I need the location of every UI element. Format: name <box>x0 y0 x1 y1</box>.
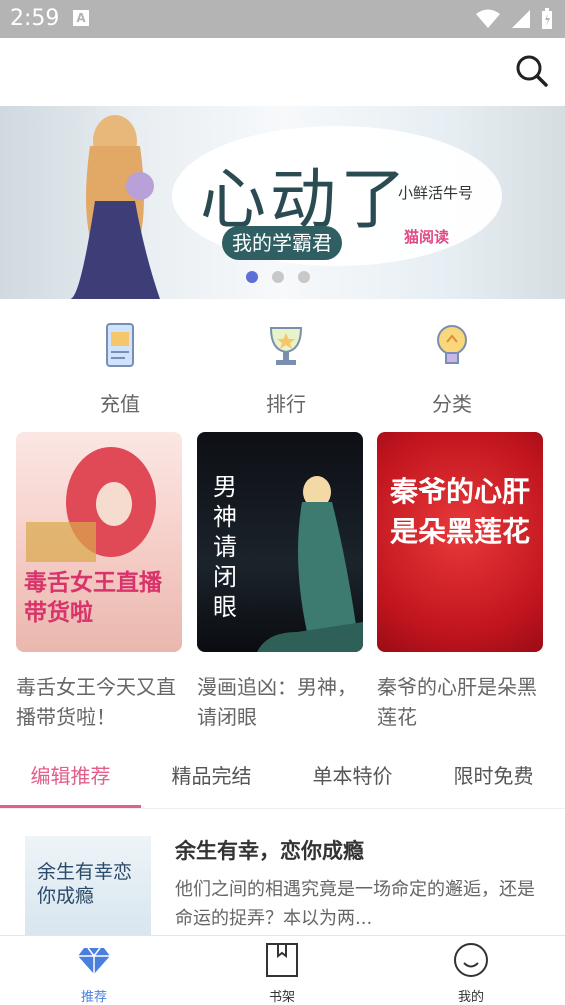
tab-label: 精品完结 <box>171 764 252 788</box>
banner-subtitle: 我的学霸君 <box>222 226 342 260</box>
nav-label: 推荐 <box>80 990 107 1005</box>
quick-item-recharge[interactable]: 充值 <box>60 320 180 417</box>
banner-brand-logo: 猫阅读 <box>404 228 450 246</box>
book-card[interactable]: 毒舌女王直播带货啦 毒舌女王今天又直播带货啦！ <box>16 432 182 732</box>
search-icon[interactable] <box>515 54 549 88</box>
cover-title: 男神请闭眼 <box>213 473 237 621</box>
nav-bookshelf[interactable]: 书架 <box>242 942 322 1005</box>
book-title: 漫画追凶：男神，请闭眼 <box>197 675 357 729</box>
promo-banner[interactable]: 心动了 我的学霸君 小鲜活牛号 猫阅读 <box>0 106 565 299</box>
tab-editor-picks[interactable]: 编辑推荐 <box>0 756 141 808</box>
system-icons <box>475 8 553 30</box>
status-bar: 2:59 A <box>0 0 565 38</box>
tab-active-indicator <box>0 805 141 808</box>
tab-label: 单本特价 <box>312 764 393 788</box>
lightbulb-icon <box>437 325 467 364</box>
recommend-description: 他们之间的相遇究竟是一场命定的邂逅，还是命运的捉弄？本以为两... <box>175 879 535 929</box>
quick-entries: 充值 排行 分类 <box>0 320 565 420</box>
book-title: 秦爷的心肝是朵黑莲花 <box>377 675 537 729</box>
recommend-item[interactable]: 余生有幸恋你成瘾 余生有幸，恋你成瘾 他们之间的相遇究竟是一场命定的邂逅，还是命… <box>0 830 565 935</box>
banner-dot[interactable] <box>272 271 284 283</box>
book-cover[interactable]: 秦爷的心肝是朵黑莲花 <box>377 432 543 652</box>
tab-special-price[interactable]: 单本特价 <box>282 756 423 808</box>
banner-dot[interactable] <box>298 271 310 283</box>
nav-profile[interactable]: 我的 <box>431 942 511 1005</box>
quick-item-label: 分类 <box>432 392 472 416</box>
notification-a-icon: A <box>73 10 89 26</box>
book-card[interactable]: 男神请闭眼 漫画追凶：男神，请闭眼 <box>197 432 363 732</box>
smiley-face-icon <box>454 943 488 977</box>
quick-item-category[interactable]: 分类 <box>392 320 512 417</box>
quick-item-label: 充值 <box>100 392 140 416</box>
nav-label: 书架 <box>268 990 295 1005</box>
book-list: 毒舌女王直播带货啦 毒舌女王今天又直播带货啦！ 男神请闭眼 漫画追凶：男神，请闭… <box>0 432 565 732</box>
banner-pagination <box>246 271 310 283</box>
status-time: 2:59 <box>10 6 60 31</box>
nav-label: 我的 <box>457 990 484 1005</box>
battery-icon <box>542 8 552 29</box>
book-title: 毒舌女王今天又直播带货啦！ <box>16 675 176 729</box>
recommend-title: 余生有幸，恋你成瘾 <box>175 839 364 863</box>
cover-title: 毒舌女王直播带货啦 <box>24 569 162 626</box>
category-tabs: 编辑推荐 精品完结 单本特价 限时免费 <box>0 756 565 809</box>
banner-dot[interactable] <box>246 271 258 283</box>
bottom-nav: 推荐 书架 我的 <box>0 935 565 1005</box>
book-cover[interactable]: 男神请闭眼 <box>197 432 363 652</box>
quick-item-label: 排行 <box>266 392 306 416</box>
cover-title: 秦爷的心肝是朵黑莲花 <box>389 475 530 548</box>
tab-completed[interactable]: 精品完结 <box>141 756 282 808</box>
recommend-cover[interactable]: 余生有幸恋你成瘾 <box>25 836 151 935</box>
recommend-cover-title: 余生有幸恋你成瘾 <box>37 861 133 907</box>
banner-author: 小鲜活牛号 <box>398 184 474 202</box>
wifi-icon <box>476 9 500 28</box>
diamond-icon <box>78 947 110 974</box>
top-bar <box>0 38 565 106</box>
book-cover[interactable]: 毒舌女王直播带货啦 <box>16 432 182 652</box>
tab-free[interactable]: 限时免费 <box>423 756 564 808</box>
tab-label: 限时免费 <box>453 764 534 788</box>
phone-card-icon <box>106 323 134 367</box>
quick-item-ranking[interactable]: 排行 <box>226 320 346 417</box>
trophy-icon <box>269 327 303 365</box>
nav-recommend[interactable]: 推荐 <box>54 942 134 1005</box>
book-card[interactable]: 秦爷的心肝是朵黑莲花 秦爷的心肝是朵黑莲花 <box>377 432 543 732</box>
bookmark-book-icon <box>266 943 298 977</box>
signal-icon <box>512 10 530 28</box>
banner-illustration <box>70 115 160 299</box>
tab-label: 编辑推荐 <box>30 764 111 788</box>
